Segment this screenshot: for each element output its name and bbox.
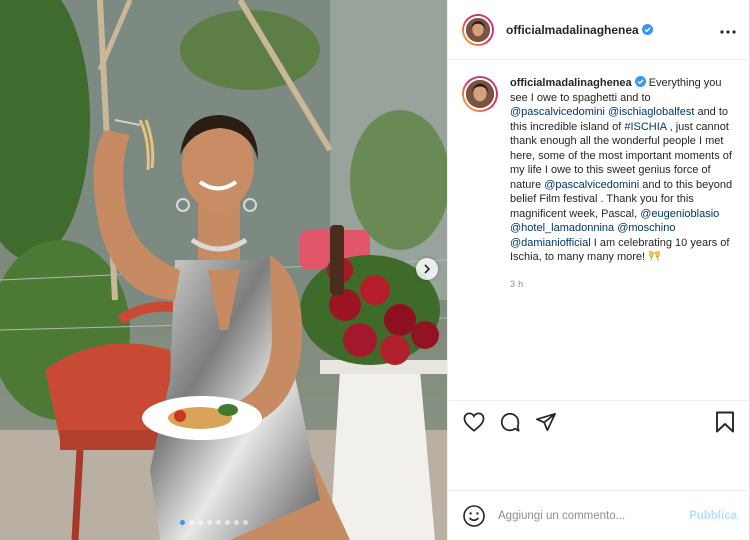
carousel-next-button[interactable]: [416, 258, 438, 280]
more-options-button[interactable]: [720, 22, 736, 38]
post-timestamp[interactable]: 3 h: [510, 277, 737, 292]
caption-mention-link[interactable]: @pascalvicedomini: [544, 179, 639, 191]
verified-badge-icon: [634, 76, 646, 87]
clinking-glasses-emoji: [649, 251, 660, 261]
avatar[interactable]: [462, 76, 498, 112]
action-bar: [448, 400, 750, 443]
caption-text: officialmadalinaghenea Everything you se…: [510, 76, 737, 265]
carousel-dot: [243, 520, 248, 525]
chevron-right-icon: [424, 264, 431, 274]
caption-mention-link[interactable]: @damianiofficial: [510, 237, 591, 249]
carousel-dot: [189, 520, 194, 525]
carousel-dot: [180, 520, 185, 525]
profile-photo: [466, 17, 490, 42]
publish-button[interactable]: Pubblica: [689, 510, 737, 522]
bookmark-icon: [716, 411, 734, 433]
photo-scene: [0, 0, 447, 540]
caption-username-link[interactable]: officialmadalinaghenea: [510, 77, 632, 89]
post-side-panel: officialmadalinaghenea officialmadalinag…: [447, 0, 750, 540]
username-link[interactable]: officialmadalinaghenea: [506, 23, 639, 37]
paper-plane-icon: [536, 412, 556, 432]
comment-icon: [500, 413, 520, 432]
carousel-dot: [207, 520, 212, 525]
verified-badge-icon: [641, 24, 653, 35]
caption-mention-link[interactable]: @ischiaglobalfest: [608, 106, 694, 118]
heart-icon: [463, 412, 485, 432]
post-header: officialmadalinaghenea: [448, 0, 750, 60]
add-comment-bar: Pubblica: [448, 490, 750, 540]
carousel-dot: [198, 520, 203, 525]
caption: officialmadalinaghenea Everything you se…: [462, 76, 737, 291]
carousel-dot: [234, 520, 239, 525]
comments-section: officialmadalinaghenea Everything you se…: [448, 60, 750, 400]
smiley-icon[interactable]: [462, 504, 486, 528]
profile-photo: [466, 80, 494, 108]
instagram-post: officialmadalinaghenea officialmadalinag…: [0, 0, 750, 540]
carousel-indicator: [180, 520, 248, 525]
more-horizontal-icon: [720, 29, 736, 34]
carousel-dot: [225, 520, 230, 525]
comment-input[interactable]: [498, 509, 690, 522]
like-button[interactable]: [462, 410, 486, 434]
caption-mention-link[interactable]: @pascalvicedomini: [510, 106, 605, 118]
caption-mention-link[interactable]: @moschino: [617, 222, 675, 234]
comment-button[interactable]: [498, 410, 522, 434]
caption-mention-link[interactable]: #ISCHIA: [624, 121, 666, 133]
caption-mention-link[interactable]: @hotel_lamadonnina: [510, 222, 614, 234]
save-button[interactable]: [713, 410, 737, 434]
avatar[interactable]: [462, 13, 494, 46]
carousel-dot: [216, 520, 221, 525]
share-button[interactable]: [534, 410, 558, 434]
caption-mention-link[interactable]: @eugenioblasio: [640, 208, 719, 220]
post-image[interactable]: [0, 0, 447, 540]
